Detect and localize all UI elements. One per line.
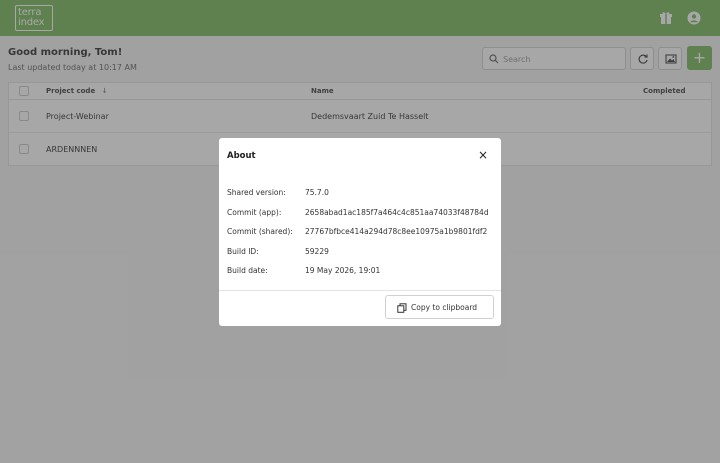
- dialog-divider: [219, 290, 501, 291]
- copy-button-label: Copy to clipboard: [411, 303, 478, 312]
- commit-app-value: 2658abad1ac185f7a464c4c851aa74033f48784d: [305, 208, 489, 217]
- build-id-label: Build ID:: [227, 247, 259, 256]
- copy-icon: [397, 303, 407, 313]
- about-dialog: About × Shared version: 75.7.0 Commit (a…: [219, 138, 501, 326]
- build-date-label: Build date:: [227, 266, 268, 275]
- build-id-value: 59229: [305, 247, 329, 256]
- close-icon[interactable]: ×: [477, 149, 489, 161]
- commit-app-label: Commit (app):: [227, 208, 282, 217]
- commit-shared-value: 27767bfbce414a294d78c8ee10975a1b9801fdf2: [305, 227, 488, 236]
- dialog-title: About: [227, 151, 256, 161]
- copy-to-clipboard-button[interactable]: Copy to clipboard: [385, 295, 494, 319]
- shared-version-label: Shared version:: [227, 188, 286, 197]
- shared-version-value: 75.7.0: [305, 188, 329, 197]
- build-date-value: 19 May 2026, 19:01: [305, 266, 381, 275]
- commit-shared-label: Commit (shared):: [227, 227, 293, 236]
